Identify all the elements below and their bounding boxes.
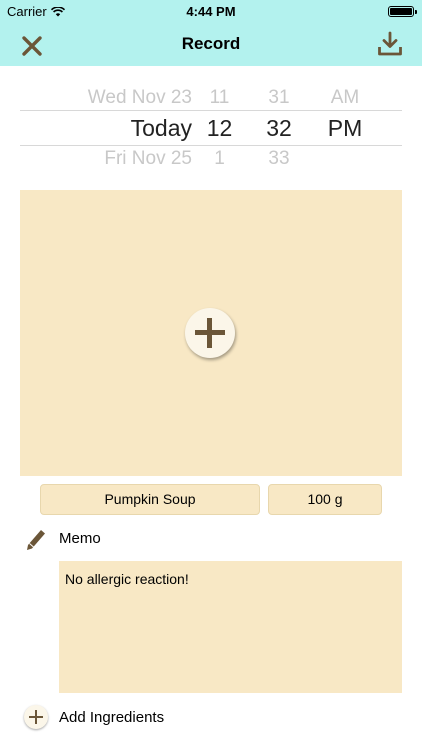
picker-row-previous[interactable]: Wed Nov 23 11 31 AM: [20, 87, 402, 109]
picker-minute[interactable]: 33: [247, 148, 311, 170]
picker-date[interactable]: Today: [20, 115, 192, 142]
navigation-bar: Record: [0, 24, 422, 66]
download-icon[interactable]: [376, 30, 404, 58]
picker-ampm[interactable]: PM: [311, 115, 379, 142]
memo-header: Memo: [24, 525, 101, 551]
plus-circle-icon[interactable]: [24, 705, 48, 729]
status-bar: Carrier 4:44 PM: [0, 0, 422, 24]
memo-text-area[interactable]: No allergic reaction!: [59, 561, 402, 693]
picker-hour[interactable]: 11: [192, 87, 247, 109]
food-name-field[interactable]: Pumpkin Soup: [40, 484, 260, 515]
add-ingredients-label[interactable]: Add Ingredients: [59, 709, 164, 726]
page-title: Record: [181, 34, 241, 53]
picker-date[interactable]: Fri Nov 25: [20, 148, 192, 170]
picker-date[interactable]: Wed Nov 23: [20, 87, 192, 109]
add-photo-button[interactable]: [185, 308, 235, 358]
add-ingredients-button[interactable]: Add Ingredients: [24, 704, 164, 730]
picker-minute[interactable]: 31: [247, 87, 311, 109]
clock: 4:44 PM: [186, 4, 236, 19]
picker-ampm[interactable]: [311, 148, 379, 170]
picker-hour[interactable]: 1: [192, 148, 247, 170]
picker-ampm[interactable]: AM: [311, 87, 379, 109]
date-time-picker[interactable]: Wed Nov 23 11 31 AM Today 12 32 PM Fri N…: [20, 80, 402, 180]
picker-row-selected[interactable]: Today 12 32 PM: [20, 115, 402, 142]
photo-area[interactable]: [20, 190, 402, 476]
picker-divider-top: [20, 110, 402, 111]
amount-field[interactable]: 100 g: [268, 484, 382, 515]
picker-hour[interactable]: 12: [192, 115, 247, 142]
picker-row-next[interactable]: Fri Nov 25 1 33: [20, 148, 402, 170]
picker-minute[interactable]: 32: [247, 115, 311, 142]
picker-divider-bottom: [20, 145, 402, 146]
battery-icon: [388, 6, 417, 17]
pencil-icon: [27, 530, 45, 550]
memo-label: Memo: [59, 529, 101, 547]
